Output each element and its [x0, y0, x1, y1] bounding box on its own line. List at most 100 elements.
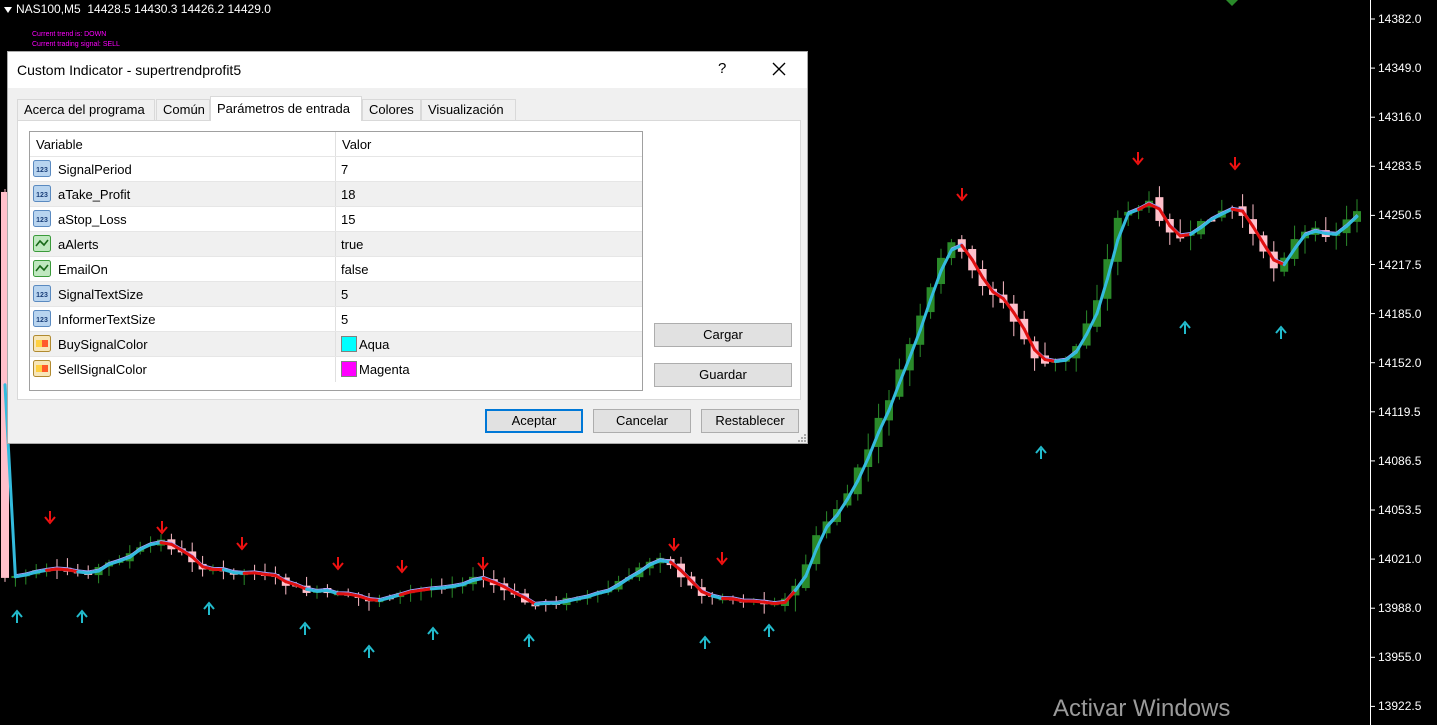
trend-text: Current trend is: DOWN [32, 31, 107, 38]
save-button[interactable]: Guardar [654, 363, 792, 387]
supertrend-line [1241, 209, 1255, 229]
parameter-row[interactable]: 123 aStop_Loss 15 [30, 206, 642, 232]
windows-activation-watermark: Activar Windows [1053, 695, 1231, 722]
supertrend-line [1178, 232, 1193, 238]
parameter-value[interactable]: 18 [341, 187, 355, 202]
supertrend-line [835, 497, 849, 518]
supertrend-line [1053, 358, 1068, 364]
boolean-icon [33, 260, 51, 277]
symbol-label: NAS100,M5 [16, 2, 81, 16]
supertrend-line [1022, 327, 1037, 352]
parameter-value[interactable]: true [341, 237, 363, 252]
price-axis-label: 14283.5 [1378, 159, 1422, 174]
supertrend-line [409, 588, 423, 594]
column-variable[interactable]: Variable [36, 137, 83, 152]
parameter-row[interactable]: aAlerts true [30, 231, 642, 257]
numeric-icon: 123 [33, 285, 51, 302]
color-icon [33, 335, 51, 352]
collapse-triangle-icon[interactable] [4, 6, 12, 13]
parameter-value[interactable]: Magenta [359, 362, 410, 377]
supertrend-line [149, 541, 163, 547]
column-divider [335, 357, 336, 382]
parameter-row[interactable]: 123 SignalPeriod 7 [30, 156, 642, 182]
parameter-row[interactable]: BuySignalColor Aqua [30, 331, 642, 357]
parameter-row[interactable]: 123 SignalTextSize 5 [30, 281, 642, 307]
supertrend-line [367, 597, 381, 603]
reset-button[interactable]: Restablecer [701, 409, 799, 433]
price-axis-label: 14250.5 [1378, 208, 1422, 223]
ok-button[interactable]: Aceptar [485, 409, 583, 433]
supertrend-line [263, 572, 277, 577]
parameter-row[interactable]: EmailOn false [30, 256, 642, 282]
column-value[interactable]: Valor [342, 137, 371, 152]
tab-common[interactable]: Común [156, 99, 210, 120]
resize-grip-icon[interactable] [798, 434, 806, 442]
parameter-name: SignalPeriod [58, 162, 132, 177]
supertrend-line [731, 597, 745, 603]
tab-visualization[interactable]: Visualización [421, 99, 516, 120]
help-button[interactable]: ? [718, 60, 726, 77]
parameter-value[interactable]: 5 [341, 287, 348, 302]
parameter-name: aStop_Loss [58, 212, 127, 227]
supertrend-line [45, 567, 59, 572]
cancel-button[interactable]: Cancelar [593, 409, 691, 433]
column-divider [335, 282, 336, 307]
parameter-value[interactable]: Aqua [359, 337, 389, 352]
parameter-name: BuySignalColor [58, 337, 148, 352]
parameter-row[interactable]: 123 InformerTextSize 5 [30, 306, 642, 332]
tab-input-parameters[interactable]: Parámetros de entrada [210, 96, 362, 121]
price-axis-label: 14382.0 [1378, 12, 1422, 26]
supertrend-line [1251, 225, 1265, 245]
supertrend-line [1324, 232, 1338, 236]
supertrend-line [65, 568, 80, 574]
supertrend-line [315, 589, 329, 593]
supertrend-line [440, 585, 454, 590]
parameters-grid: Variable Valor 123 SignalPeriod 7 123 aTake_… [29, 131, 643, 391]
parameter-name: EmailOn [58, 262, 108, 277]
supertrend-line [658, 559, 673, 564]
parameter-value[interactable]: 15 [341, 212, 355, 227]
price-axis-label: 13922.5 [1378, 699, 1422, 714]
supertrend-line [429, 586, 444, 591]
supertrend-line [554, 599, 569, 605]
price-axis-label: 14316.0 [1378, 110, 1422, 125]
input-parameters-panel: Variable Valor 123 SignalPeriod 7 123 aTake_… [17, 120, 801, 400]
ohlc-values: 14428.5 14430.3 14426.2 14429.0 [87, 2, 271, 16]
supertrend-line [346, 592, 361, 598]
supertrend-line [752, 599, 766, 604]
dialog-titlebar[interactable]: Custom Indicator - supertrendprofit5 ? [8, 52, 807, 88]
price-axis-label: 14152.0 [1378, 355, 1422, 370]
tab-about[interactable]: Acerca del programa [17, 99, 155, 120]
column-divider [335, 232, 336, 257]
supertrend-line [929, 269, 943, 302]
numeric-icon: 123 [33, 210, 51, 227]
price-axis-label: 14021.0 [1378, 552, 1422, 567]
supertrend-line [13, 573, 28, 579]
numeric-icon: 123 [33, 310, 51, 327]
price-axis-label: 14349.0 [1378, 61, 1422, 76]
color-swatch[interactable] [341, 361, 357, 377]
parameter-value[interactable]: 7 [341, 162, 348, 177]
load-button[interactable]: Cargar [654, 323, 792, 347]
symbol-header: NAS100,M5 14428.5 14430.3 14426.2 14429.… [4, 2, 271, 16]
color-swatch[interactable] [341, 336, 357, 352]
svg-text:123: 123 [36, 192, 48, 199]
supertrend-line [232, 571, 246, 575]
parameter-value[interactable]: 5 [341, 312, 348, 327]
supertrend-line [773, 600, 787, 606]
parameter-name: SellSignalColor [58, 362, 147, 377]
svg-text:123: 123 [36, 167, 48, 174]
price-axis-label: 14053.5 [1378, 503, 1422, 517]
supertrend-line [533, 601, 548, 606]
column-divider [335, 307, 336, 332]
column-divider[interactable] [335, 132, 336, 156]
supertrend-line [305, 587, 319, 593]
parameter-value[interactable]: false [341, 262, 368, 277]
parameter-row[interactable]: 123 aTake_Profit 18 [30, 181, 642, 207]
tab-colors[interactable]: Colores [362, 99, 421, 120]
close-icon[interactable] [768, 58, 790, 80]
parameter-row[interactable]: SellSignalColor Magenta [30, 356, 642, 382]
column-divider [335, 207, 336, 232]
price-axis-label: 13955.0 [1378, 650, 1422, 665]
svg-text:123: 123 [36, 317, 48, 324]
